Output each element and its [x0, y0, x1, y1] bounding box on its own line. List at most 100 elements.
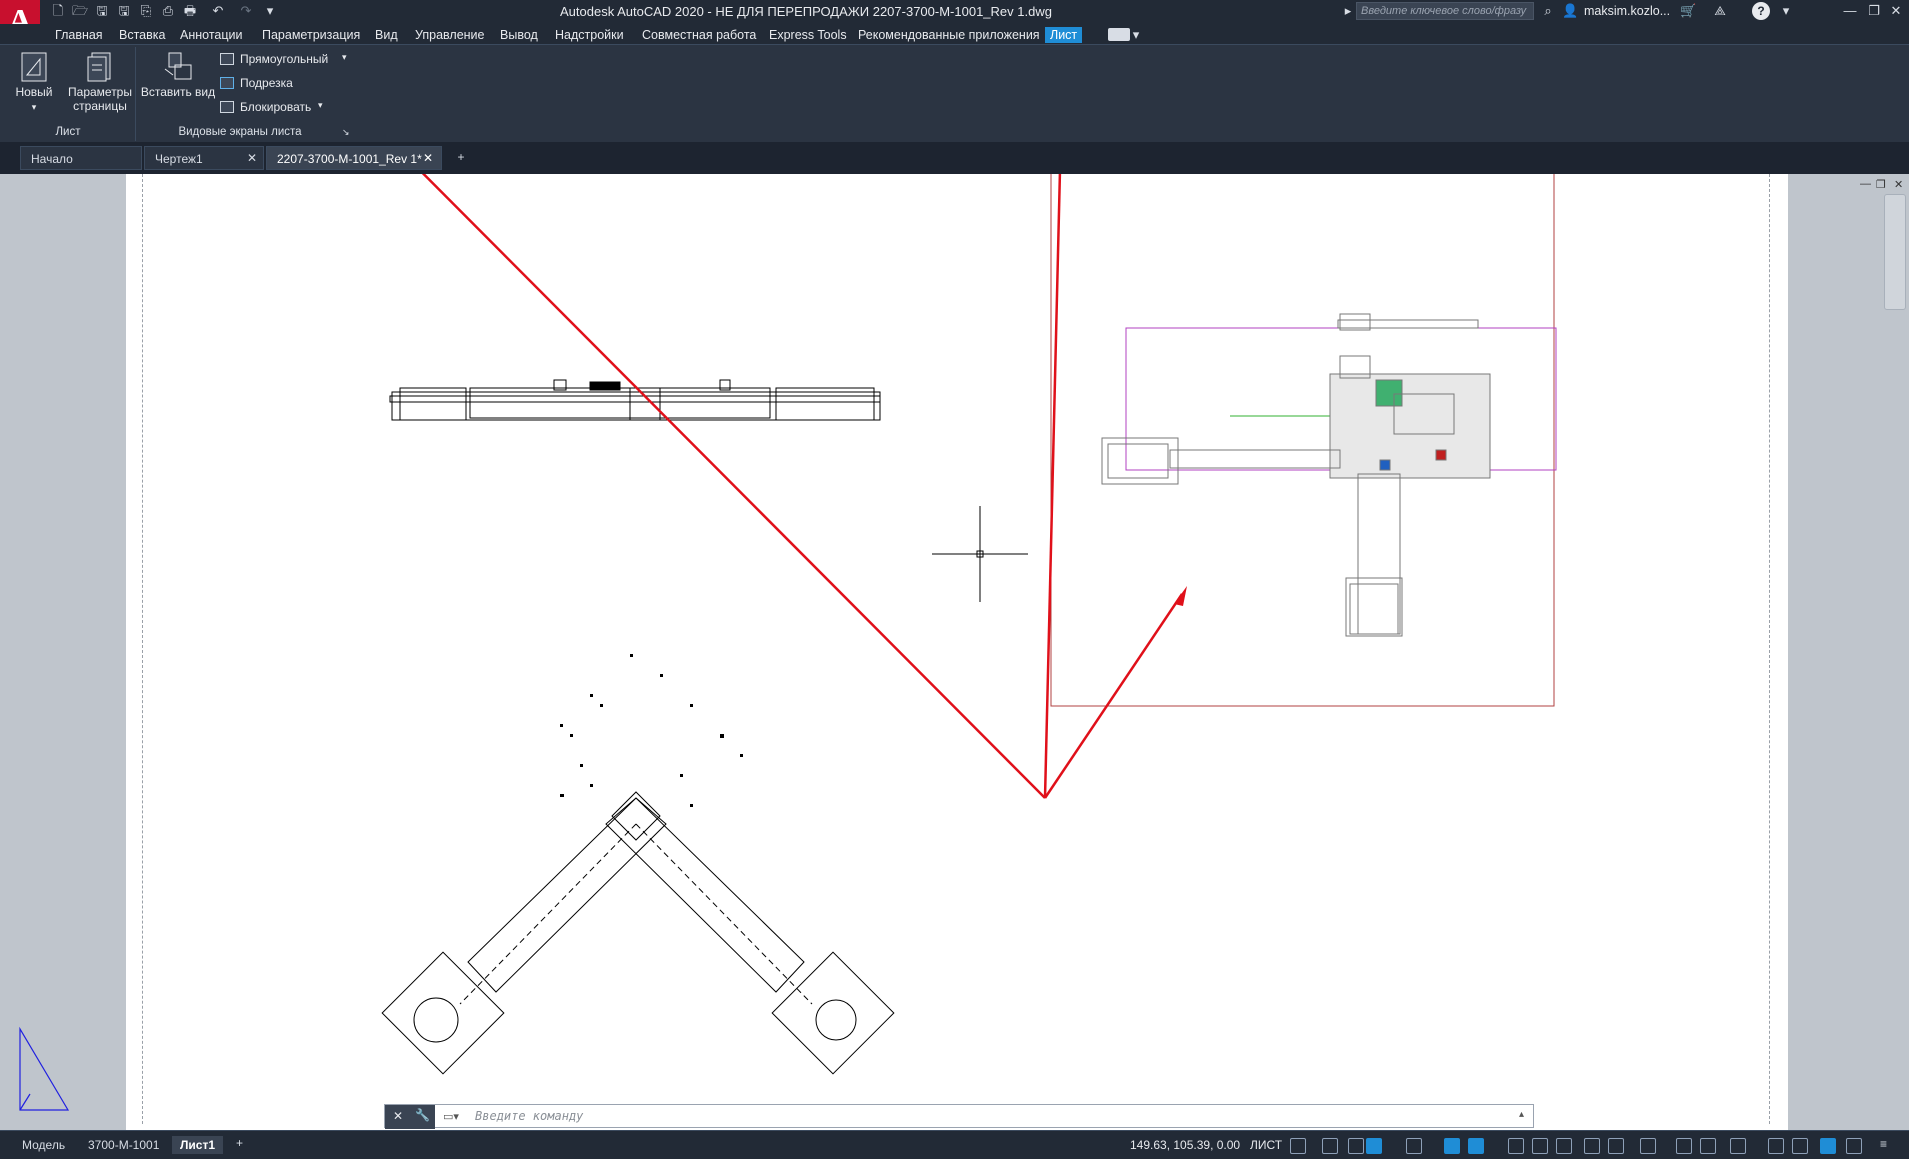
- plus-icon[interactable]: [1676, 1138, 1692, 1154]
- viewport-minimize-icon[interactable]: —: [1860, 178, 1871, 190]
- command-input[interactable]: Введите команду: [475, 1109, 583, 1123]
- undo-icon[interactable]: ↶: [210, 3, 226, 19]
- tab-model[interactable]: Модель: [14, 1136, 73, 1154]
- gizmo-icon[interactable]: [1608, 1138, 1624, 1154]
- tab-current-drawing[interactable]: 2207-3700-M-1001_Rev 1* ✕: [266, 146, 442, 170]
- save-as-icon[interactable]: 🖫: [116, 3, 132, 19]
- tab-addins[interactable]: Надстройки: [550, 27, 629, 43]
- rectangular-viewport-button[interactable]: Прямоугольный ▾: [220, 51, 350, 69]
- customize-wrench-icon[interactable]: 🔧: [415, 1108, 430, 1122]
- coordinates-readout[interactable]: 149.63, 105.39, 0.00: [1130, 1138, 1240, 1152]
- help-icon[interactable]: ?: [1752, 2, 1770, 20]
- print-icon[interactable]: 🖶: [182, 3, 198, 19]
- viewport-close-icon[interactable]: ✕: [1894, 178, 1903, 191]
- lock-viewport-button[interactable]: Блокировать ▾: [220, 99, 350, 117]
- fullscreen-icon[interactable]: [1846, 1138, 1862, 1154]
- calculator-icon[interactable]: [1700, 1138, 1716, 1154]
- tab-parametric[interactable]: Параметризация: [257, 27, 365, 43]
- customize-menu-icon[interactable]: ≡: [1880, 1137, 1887, 1151]
- open-file-icon[interactable]: 🗁: [72, 3, 88, 19]
- insert-view-button[interactable]: Вставить вид: [140, 49, 216, 109]
- isodraft-icon[interactable]: [1406, 1138, 1422, 1154]
- lineweight-icon[interactable]: [1508, 1138, 1524, 1154]
- selection-cycling-icon[interactable]: [1556, 1138, 1572, 1154]
- rectangular-dropdown-icon[interactable]: ▾: [342, 52, 347, 63]
- quick-access-dropdown-icon[interactable]: ▾: [262, 3, 278, 19]
- polar-icon[interactable]: [1366, 1138, 1382, 1154]
- add-layout-icon[interactable]: +: [236, 1136, 243, 1150]
- close-command-icon[interactable]: ✕: [393, 1109, 403, 1123]
- close-tab-icon[interactable]: ✕: [247, 151, 257, 165]
- tab-layout-sheet1[interactable]: Лист1: [172, 1136, 224, 1154]
- a360-icon[interactable]: ⟁: [1712, 3, 1728, 19]
- tab-layout[interactable]: Лист: [1045, 27, 1083, 43]
- plan-drawing: [1101, 313, 1491, 637]
- command-history-icon[interactable]: ▭▾: [443, 1110, 459, 1123]
- tab-drawing1[interactable]: Чертеж1 ✕: [144, 146, 264, 170]
- monitor-icon[interactable]: [1730, 1138, 1746, 1154]
- ortho-icon[interactable]: [1348, 1138, 1364, 1154]
- tab-express-tools[interactable]: Express Tools: [764, 27, 852, 43]
- clip-viewport-button[interactable]: Подрезка: [220, 75, 350, 93]
- status-bar: Модель 3700-M-1001 Лист1 + 149.63, 105.3…: [0, 1130, 1909, 1159]
- grid-icon[interactable]: [1290, 1138, 1306, 1154]
- redo-icon[interactable]: ↷: [238, 3, 254, 19]
- tab-insert[interactable]: Вставка: [114, 27, 170, 43]
- hardware-acceleration-icon[interactable]: [1792, 1138, 1808, 1154]
- new-layout-button[interactable]: Новый ▾: [12, 49, 56, 119]
- tab-drawing1-label: Чертеж1: [155, 152, 203, 166]
- tab-view[interactable]: Вид: [370, 27, 403, 43]
- page-setup-button[interactable]: Параметры страницы: [64, 49, 136, 119]
- lock-viewport-label: Блокировать: [240, 100, 312, 114]
- plan-v-drawing: [381, 791, 895, 1075]
- page-setup-label-2: страницы: [73, 99, 127, 113]
- close-window-icon[interactable]: ✕: [1888, 3, 1904, 19]
- command-line-grip[interactable]: ✕ 🔧: [385, 1105, 435, 1129]
- panel-expand-icon[interactable]: ↘: [342, 127, 350, 138]
- ribbon-options-dropdown-icon[interactable]: ▾: [1128, 27, 1144, 43]
- save-icon[interactable]: 🖫: [94, 3, 110, 19]
- minimize-icon[interactable]: —: [1842, 3, 1858, 19]
- clip-viewport-label: Подрезка: [240, 76, 293, 90]
- tab-manage[interactable]: Управление: [410, 27, 490, 43]
- user-name[interactable]: maksim.kozlo...: [1584, 4, 1670, 18]
- tab-home[interactable]: Главная: [50, 27, 108, 43]
- search-input[interactable]: Введите ключевое слово/фразу: [1356, 2, 1534, 20]
- new-file-icon[interactable]: 🗋: [50, 3, 66, 19]
- osnap-icon[interactable]: [1468, 1138, 1484, 1154]
- paper-space-toggle[interactable]: ЛИСТ: [1250, 1138, 1282, 1152]
- binoculars-icon[interactable]: ⌕: [1540, 3, 1556, 19]
- transparency-icon[interactable]: [1532, 1138, 1548, 1154]
- navigation-bar[interactable]: [1884, 194, 1906, 310]
- cart-icon[interactable]: 🛒: [1680, 3, 1696, 19]
- isolate-objects-icon[interactable]: [1768, 1138, 1784, 1154]
- tab-annotate[interactable]: Аннотации: [175, 27, 247, 43]
- close-tab-icon[interactable]: ✕: [423, 151, 433, 165]
- select-filter-icon[interactable]: [1584, 1138, 1600, 1154]
- tab-start[interactable]: Начало: [20, 146, 142, 170]
- save-web-icon[interactable]: ⎙: [160, 3, 176, 19]
- tab-output[interactable]: Вывод: [495, 27, 543, 43]
- lock-dropdown-icon[interactable]: ▾: [318, 100, 323, 111]
- drawing-area[interactable]: — ❐ ✕: [0, 174, 1909, 1130]
- tab-layout-3700[interactable]: 3700-M-1001: [80, 1136, 167, 1154]
- command-line[interactable]: ✕ 🔧 ▭▾ Введите команду ▴: [384, 1104, 1534, 1129]
- video-icon[interactable]: [1108, 28, 1130, 41]
- osnap-tracking-icon[interactable]: [1444, 1138, 1460, 1154]
- expand-search-icon[interactable]: ▸: [1340, 3, 1356, 19]
- tab-current-label: 2207-3700-M-1001_Rev 1*: [277, 152, 422, 166]
- restore-icon[interactable]: ❐: [1866, 3, 1882, 19]
- page-setup-icon: [87, 52, 111, 82]
- viewport-restore-icon[interactable]: ❐: [1876, 178, 1886, 191]
- tab-start-label: Начало: [31, 152, 73, 166]
- command-expand-icon[interactable]: ▴: [1519, 1109, 1524, 1120]
- workspace-gear-icon[interactable]: [1640, 1138, 1656, 1154]
- tab-featured-apps[interactable]: Рекомендованные приложения: [853, 27, 1045, 43]
- open-web-icon[interactable]: ⎘: [138, 3, 154, 19]
- help-dropdown-icon[interactable]: ▾: [1778, 3, 1794, 19]
- new-tab-icon[interactable]: +: [452, 150, 470, 166]
- clean-screen-icon[interactable]: [1820, 1138, 1836, 1154]
- tab-collaborate[interactable]: Совместная работа: [637, 27, 761, 43]
- user-icon[interactable]: 👤: [1562, 3, 1578, 19]
- snap-icon[interactable]: [1322, 1138, 1338, 1154]
